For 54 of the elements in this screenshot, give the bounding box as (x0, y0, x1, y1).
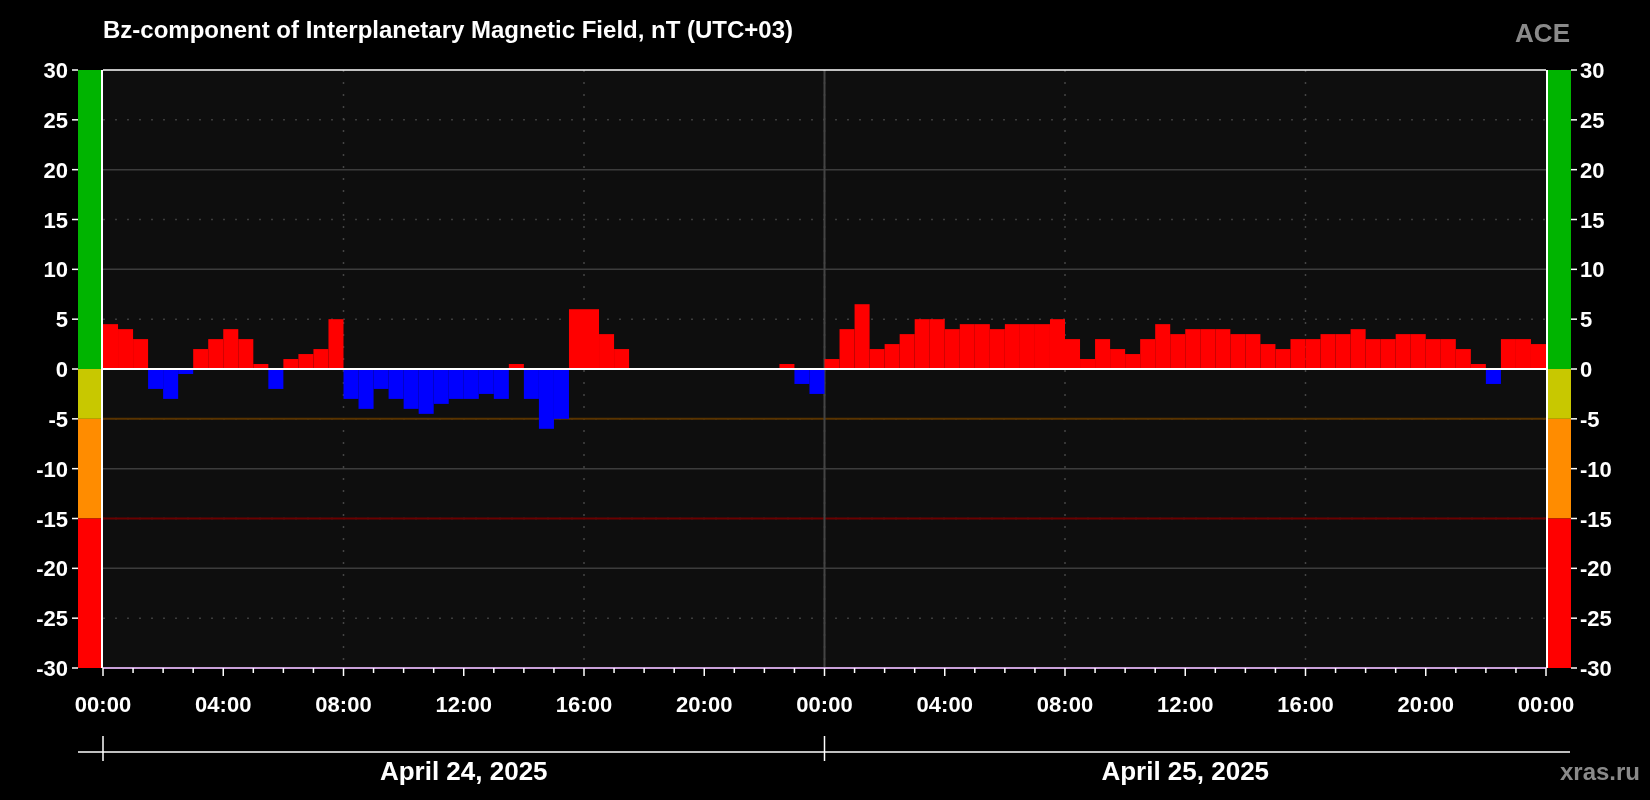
chart-title: Bz-component of Interplanetary Magnetic Field, nT (UTC+03) (103, 16, 794, 43)
y-axis-label: 20 (1580, 157, 1605, 183)
bar (223, 329, 239, 369)
bar (118, 329, 134, 369)
y-axis-label: -25 (1580, 606, 1612, 632)
y-axis-label: 5 (55, 307, 68, 333)
y-axis-label: -30 (1580, 656, 1612, 681)
y-axis-label: 15 (43, 207, 68, 233)
x-axis-label: 08:00 (1036, 692, 1094, 717)
y-axis-label: 30 (43, 58, 68, 83)
x-axis-label: 12:00 (1157, 692, 1214, 717)
x-axis-label: 00:00 (1517, 692, 1575, 717)
x-axis-label: 20:00 (676, 692, 733, 717)
y-axis-label: -20 (1580, 556, 1612, 582)
y-axis-label: -15 (36, 506, 68, 532)
y-axis-label: -10 (36, 456, 68, 482)
y-axis-label: 30 (1580, 58, 1605, 83)
y-axis-label: -20 (36, 556, 68, 582)
y-axis-label: 20 (43, 157, 68, 183)
x-axis-label: 16:00 (1277, 692, 1334, 717)
y-axis-label: 25 (1580, 107, 1605, 133)
bar (103, 324, 119, 369)
x-axis-label: 04:00 (916, 692, 973, 717)
x-axis-label: 00:00 (74, 692, 132, 717)
x-axis-label: 16:00 (555, 692, 613, 717)
bar (1230, 334, 1246, 369)
x-axis-label: 08:00 (315, 692, 372, 717)
source-label: ACE (1515, 18, 1570, 48)
credit-label: xras.ru (1559, 758, 1640, 785)
x-axis-label: 04:00 (195, 692, 252, 717)
x-axis-label: 20:00 (1397, 692, 1454, 717)
date-label: April 25, 2025 (1101, 756, 1270, 786)
y-axis-label: -5 (48, 406, 68, 432)
x-axis-label: 00:00 (796, 692, 853, 717)
bar (1200, 329, 1216, 369)
y-axis-label: 5 (1580, 307, 1593, 333)
y-axis-label: -25 (36, 606, 68, 632)
y-axis-label: -30 (36, 656, 68, 681)
y-axis-label: 10 (43, 257, 68, 283)
y-axis-label: 10 (1580, 257, 1605, 283)
bar (1170, 334, 1186, 369)
y-axis-label: -10 (1580, 456, 1612, 482)
bar (1215, 329, 1231, 369)
y-axis-label: -15 (1580, 506, 1612, 532)
date-label: April 24, 2025 (379, 756, 548, 786)
bar (1185, 329, 1201, 369)
y-axis-label: 25 (43, 107, 68, 133)
bar (1260, 344, 1276, 369)
y-axis-label: -5 (1580, 406, 1600, 432)
x-axis-label: 12:00 (435, 692, 492, 717)
y-axis-label: 15 (1580, 207, 1605, 233)
y-axis-label: 0 (55, 357, 68, 382)
bar (1245, 334, 1261, 369)
y-axis-label: 0 (1580, 357, 1593, 382)
